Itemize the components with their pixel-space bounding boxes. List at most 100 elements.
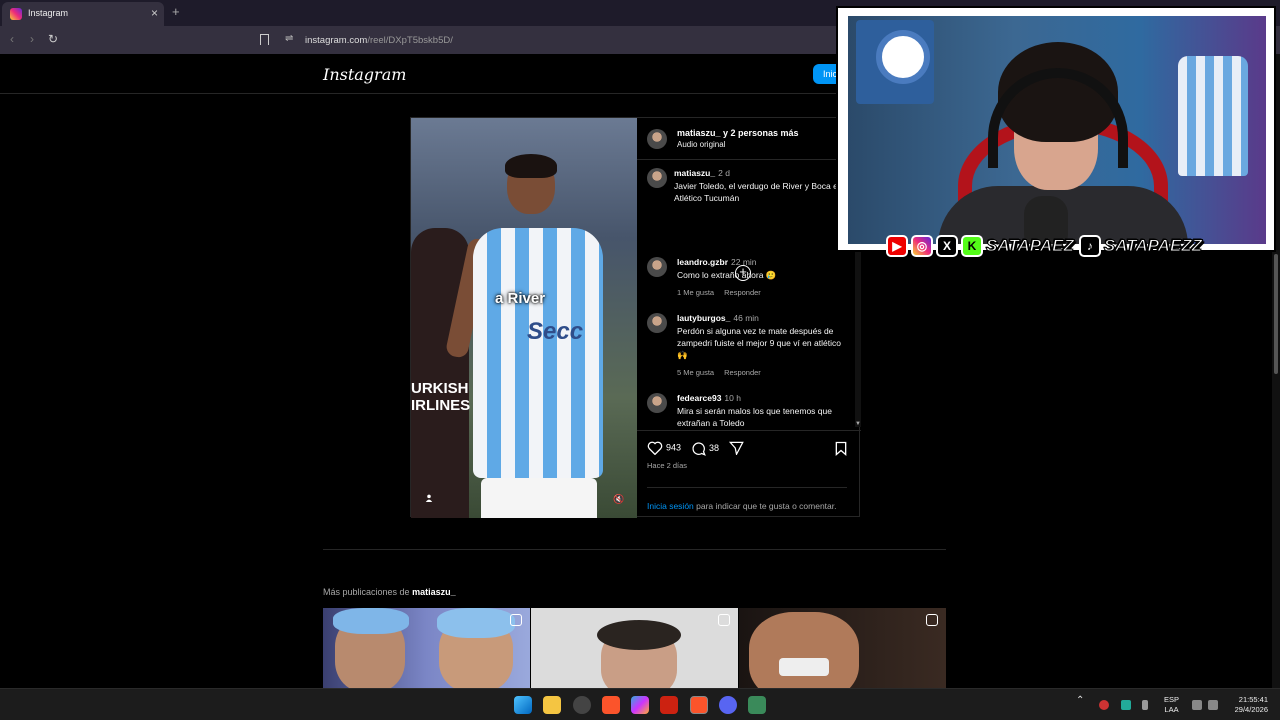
scroll-down-icon[interactable]: ▼ xyxy=(855,421,861,427)
tab-close-icon[interactable]: × xyxy=(151,6,158,20)
file-explorer-icon[interactable] xyxy=(543,696,561,714)
comment-meta: 1 Me gusta Responder xyxy=(677,288,771,297)
caption-time: 2 d xyxy=(718,168,730,178)
comment-reply[interactable]: Responder xyxy=(724,288,761,297)
url-domain: instagram.com xyxy=(305,35,368,46)
windows-taskbar: ⌃ ESP LAA 21:55:41 29/4/2026 xyxy=(0,688,1280,720)
comment-text: Perdón si alguna vez te mate después de … xyxy=(677,326,841,360)
youtube-icon: ▶ xyxy=(886,235,908,257)
comment-likes[interactable]: 5 Me gusta xyxy=(677,368,714,377)
login-link[interactable]: Inicia sesión xyxy=(647,501,694,511)
caption-text: Javier Toledo, el verdugo de River y Boc… xyxy=(674,181,843,203)
address-bar[interactable]: instagram.com/reel/DXpT5bskb5D/ xyxy=(305,35,453,46)
reel-post: URKISH IRLINES Secc a River 🔇 matiaszu_ … xyxy=(410,117,861,518)
comment-text: Como lo extraño ahora 🥲 xyxy=(677,270,777,280)
comment-text: Mira si serán malos los que tenemos que … xyxy=(677,406,832,427)
comment-likes[interactable]: 1 Me gusta xyxy=(677,288,714,297)
video-shirt-brand: Secc xyxy=(527,318,584,345)
login-prompt: Inicia sesión para indicar que te gusta … xyxy=(647,487,847,512)
tab-title: Instagram xyxy=(28,8,69,18)
url-path: /reel/DXpT5bskb5D/ xyxy=(367,35,453,46)
tray-app-icon[interactable] xyxy=(1121,700,1131,710)
video-caption-overlay: a River xyxy=(495,290,546,307)
webcam-overlay xyxy=(836,6,1276,252)
instagram-logo[interactable]: Instagram xyxy=(323,65,406,84)
mute-icon[interactable]: 🔇 xyxy=(613,494,624,505)
post-sidebar: matiaszu_ y 2 personas más Audio origina… xyxy=(637,118,861,518)
share-button[interactable] xyxy=(728,441,747,457)
more-posts-user[interactable]: matiaszu_ xyxy=(412,587,456,597)
share-icon xyxy=(728,441,744,457)
audio-label[interactable]: Audio original xyxy=(677,140,725,149)
comment-icon xyxy=(692,442,706,456)
browser-tab[interactable]: Instagram × xyxy=(2,2,164,26)
volume-icon[interactable] xyxy=(1208,700,1218,710)
social-handle: SATAPAEZ xyxy=(986,236,1075,256)
kick-icon: K xyxy=(961,235,983,257)
x-icon: X xyxy=(936,235,958,257)
microphone-icon[interactable] xyxy=(1142,700,1148,710)
bookmark-icon[interactable] xyxy=(260,34,269,45)
comment-reply[interactable]: Responder xyxy=(724,368,761,377)
obs-icon[interactable] xyxy=(573,696,591,714)
tagged-people-icon[interactable] xyxy=(425,494,433,502)
brave-active-icon[interactable] xyxy=(690,696,708,714)
hanging-jersey xyxy=(1178,56,1248,176)
post-actions: 943 38 Hace 2 días Inicia sesión para in… xyxy=(637,430,861,518)
comment-user[interactable]: leandro.gzbr 22 min xyxy=(677,257,757,267)
post-timestamp: Hace 2 días xyxy=(647,461,688,470)
likes-count: 943 xyxy=(666,442,682,453)
login-prompt-text: para indicar que te gusta o comentar. xyxy=(693,501,837,511)
forward-icon[interactable]: › xyxy=(30,32,34,46)
tiktok-icon: ♪ xyxy=(1078,235,1101,257)
reel-icon xyxy=(718,614,730,626)
caption-avatar[interactable] xyxy=(647,168,667,188)
reel-icon xyxy=(510,614,522,626)
video-opponent-player xyxy=(411,228,469,518)
more-post-thumbnail[interactable] xyxy=(739,608,946,688)
tray-overflow-icon[interactable]: ⌃ xyxy=(1076,695,1084,706)
comment-user[interactable]: fedearce93 10 h xyxy=(677,393,741,403)
start-icon[interactable] xyxy=(514,696,532,714)
back-icon[interactable]: ‹ xyxy=(10,32,14,46)
instagram-icon: ◎ xyxy=(911,235,933,257)
reel-video[interactable]: URKISH IRLINES Secc a River 🔇 xyxy=(411,118,637,518)
post-authors[interactable]: matiaszu_ y 2 personas más xyxy=(677,128,799,138)
comment-user[interactable]: lautyburgos_ 46 min xyxy=(677,313,759,323)
comment-avatar[interactable] xyxy=(647,393,667,413)
caption-user[interactable]: matiaszu_ 2 d xyxy=(674,168,730,178)
reel-icon xyxy=(926,614,938,626)
site-info-icon[interactable]: ⇌ xyxy=(285,33,293,44)
save-icon xyxy=(835,441,847,456)
more-post-thumbnail[interactable] xyxy=(323,608,530,688)
comment-meta: 5 Me gusta Responder xyxy=(677,368,771,377)
comment-avatar[interactable] xyxy=(647,313,667,333)
more-post-thumbnail[interactable] xyxy=(531,608,738,688)
author-avatar[interactable] xyxy=(647,129,667,149)
new-tab-icon[interactable]: + xyxy=(172,4,180,19)
social-handles-bar: ▶ ◎ X K SATAPAEZ ♪ SATAPAEZZ xyxy=(886,234,1204,258)
network-icon[interactable] xyxy=(1192,700,1202,710)
language-indicator[interactable]: ESP LAA xyxy=(1164,695,1179,715)
comments-list[interactable]: matiaszu_ 2 d Javier Toledo, el verdugo d… xyxy=(637,161,855,427)
social-handle: SATAPAEZZ xyxy=(1103,236,1203,256)
comments-count: 38 xyxy=(709,442,720,453)
post-header: matiaszu_ y 2 personas más Audio origina… xyxy=(637,118,861,160)
brave-icon[interactable] xyxy=(602,696,620,714)
save-button[interactable] xyxy=(835,441,847,461)
clock[interactable]: 21:55:41 29/4/2026 xyxy=(1222,695,1268,715)
tray-app-icon[interactable] xyxy=(1099,700,1109,710)
more-posts-title: Más publicaciones de matiaszu_ xyxy=(323,587,456,597)
app-icon[interactable] xyxy=(660,696,678,714)
reload-icon[interactable]: ↻ xyxy=(48,32,58,46)
video-sponsor-text: URKISH IRLINES xyxy=(411,380,471,414)
webcam-feed xyxy=(848,16,1266,244)
like-button[interactable]: 943 xyxy=(647,441,682,456)
comment-avatar[interactable] xyxy=(647,257,667,277)
discord-icon[interactable] xyxy=(719,696,737,714)
comment-button[interactable]: 38 xyxy=(691,441,719,456)
instagram-favicon-icon xyxy=(10,8,22,20)
calculator-icon[interactable] xyxy=(748,696,766,714)
copilot-icon[interactable] xyxy=(631,696,649,714)
club-poster xyxy=(856,20,934,104)
